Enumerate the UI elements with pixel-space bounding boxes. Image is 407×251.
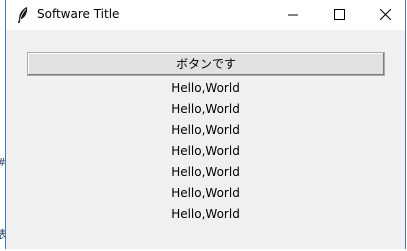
window-title: Software Title [37,7,120,21]
main-button[interactable]: ボタンです [27,52,385,76]
close-icon [380,9,391,20]
app-window: Software Title ボタンです Hello,World Hello,W… [5,0,406,249]
close-button[interactable] [362,0,407,30]
minimize-icon [288,14,298,16]
hello-label: Hello,World [171,144,240,158]
hello-label: Hello,World [171,102,240,116]
window-client-area: ボタンです Hello,World Hello,World Hello,Worl… [6,30,405,249]
hello-label: Hello,World [171,165,240,179]
hello-label: Hello,World [171,123,240,137]
label-list: Hello,World Hello,World Hello,World Hell… [6,78,405,225]
hello-label: Hello,World [171,81,240,95]
maximize-button[interactable] [316,0,362,30]
hello-label: Hello,World [171,186,240,200]
title-bar[interactable]: Software Title [6,0,405,30]
maximize-icon [334,9,345,20]
feather-icon [16,6,30,24]
minimize-button[interactable] [270,0,316,30]
hello-label: Hello,World [171,207,240,221]
